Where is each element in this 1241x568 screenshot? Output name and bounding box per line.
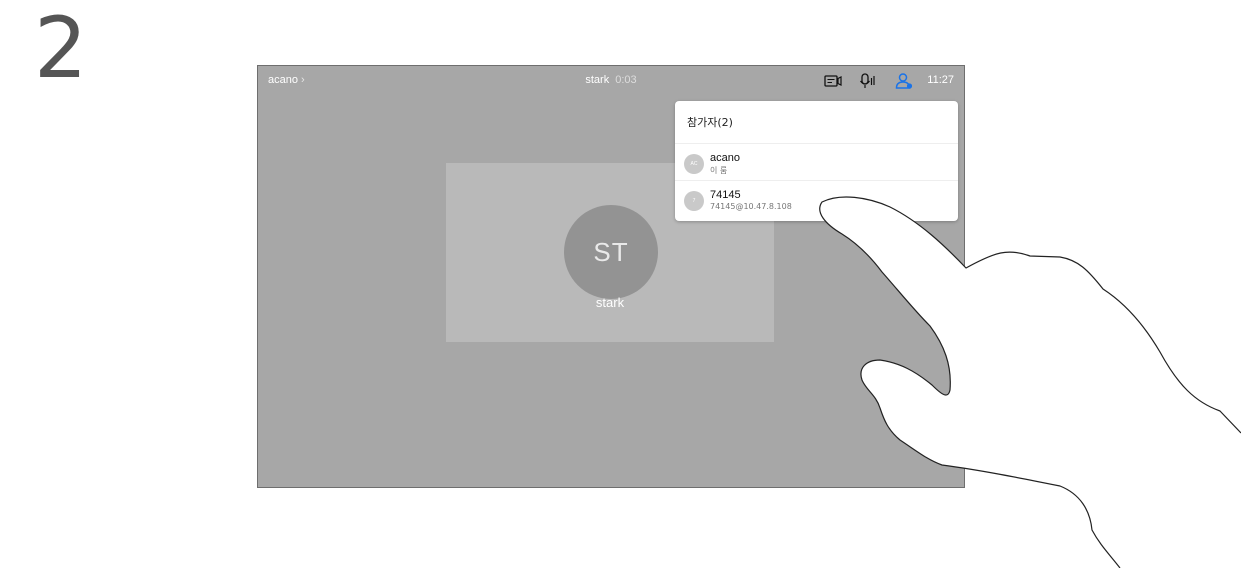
- pointing-hand-illustration: [819, 196, 1241, 568]
